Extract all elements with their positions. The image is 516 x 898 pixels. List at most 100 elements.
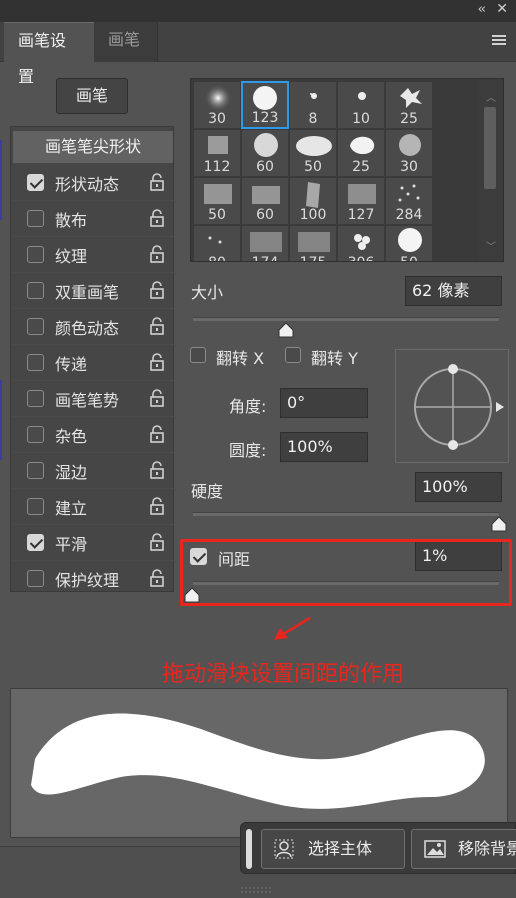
option-wet-edges[interactable]: 湿边 [11,453,175,489]
hardness-slider-thumb[interactable] [491,516,507,532]
brush-preset[interactable]: 50 [289,129,337,177]
brush-preset-selected[interactable]: 123 [241,81,289,129]
select-subject-icon [274,839,294,859]
lock-icon[interactable] [149,245,165,263]
preset-size: 25 [352,159,370,175]
shape-dynamics-checkbox[interactable] [27,174,44,191]
lock-icon[interactable] [149,497,165,515]
select-subject-label: 选择主体 [308,839,373,858]
option-smoothing[interactable]: 平滑 [11,525,175,561]
scattering-checkbox[interactable] [27,210,44,227]
transfer-checkbox[interactable] [27,354,44,371]
tab-brush-settings[interactable]: 画笔设置 [4,22,94,86]
angle-input[interactable]: 0° [280,388,368,418]
option-dual-brush[interactable]: 双重画笔 [11,273,175,309]
brush-preset[interactable]: 60 [241,177,289,225]
collapse-panel-icon[interactable]: ‹‹ [478,2,487,17]
spacing-highlight-box [180,539,512,606]
noise-checkbox[interactable] [27,426,44,443]
size-slider-thumb[interactable] [278,322,294,338]
scroll-down-icon[interactable]: ﹀ [486,238,496,253]
lock-icon[interactable] [149,461,165,479]
remove-background-button[interactable]: 移除背景 [411,829,516,869]
scrollbar-thumb[interactable] [484,107,496,189]
option-texture[interactable]: 纹理 [11,237,175,273]
preset-grid-scrollbar[interactable]: ︿ ﹀ [479,79,503,261]
brush-preset[interactable]: 60 [241,129,289,177]
roundness-label: 圆度: [229,441,267,460]
brush-preset[interactable]: 127 [337,177,385,225]
option-label: 纹理 [55,247,88,266]
brush-preset[interactable]: 174 [241,225,289,261]
flip-y-checkbox[interactable] [285,347,301,363]
lock-icon[interactable] [149,173,165,191]
roundness-input[interactable]: 100% [280,432,368,462]
wet-edges-checkbox[interactable] [27,462,44,479]
protect-texture-checkbox[interactable] [27,570,44,587]
preset-size: 284 [395,207,423,223]
option-build-up[interactable]: 建立 [11,489,175,525]
hardness-label: 硬度 [191,482,224,501]
angle-label: 角度: [229,397,267,416]
lock-icon[interactable] [149,569,165,587]
lock-icon[interactable] [149,389,165,407]
brush-preset[interactable]: 80 [193,225,241,261]
preset-size: 8 [308,111,318,127]
brush-preset[interactable]: 30 [193,81,241,129]
brush-preset[interactable]: 8 [289,81,337,129]
brush-preset[interactable]: 10 [337,81,385,129]
remove-background-label: 移除背景 [458,839,516,858]
brush-preset[interactable]: 25 [385,81,433,129]
hardness-slider-track[interactable] [193,512,499,516]
brush-preset[interactable]: 306 [337,225,385,261]
image-icon [424,840,446,858]
brush-preset[interactable]: 100 [289,177,337,225]
lock-icon[interactable] [149,209,165,227]
brush-presets-button[interactable]: 画笔 [56,78,128,114]
option-scattering[interactable]: 散布 [11,201,175,237]
brush-preset[interactable]: 112 [193,129,241,177]
lock-icon[interactable] [149,281,165,299]
option-label: 双重画笔 [55,283,120,302]
flip-x-checkbox[interactable] [190,347,206,363]
tab-brush[interactable]: 画笔 [94,22,158,62]
brush-preset[interactable]: 50 [385,225,433,261]
option-label: 颜色动态 [55,319,120,338]
lock-icon[interactable] [149,425,165,443]
texture-checkbox[interactable] [27,246,44,263]
color-dynamics-checkbox[interactable] [27,318,44,335]
option-label: 形状动态 [55,175,120,194]
angle-roundness-widget[interactable] [395,349,509,463]
smoothing-checkbox[interactable] [27,534,44,551]
hardness-input[interactable]: 100% [415,472,502,502]
brush-preset[interactable]: 25 [337,129,385,177]
select-subject-button[interactable]: 选择主体 [261,829,405,869]
task-bar-drag-handle[interactable] [246,829,252,869]
option-noise[interactable]: 杂色 [11,417,175,453]
size-slider-track[interactable] [193,317,499,321]
preset-size: 50 [386,255,432,261]
option-color-dynamics[interactable]: 颜色动态 [11,309,175,345]
brush-preset[interactable]: 284 [385,177,433,225]
brush-preset[interactable]: 50 [193,177,241,225]
brush-preset[interactable]: 175 [289,225,337,261]
preset-size: 100 [299,207,327,223]
lock-icon[interactable] [149,353,165,371]
dual-brush-checkbox[interactable] [27,282,44,299]
build-up-checkbox[interactable] [27,498,44,515]
option-transfer[interactable]: 传递 [11,345,175,381]
brush-preset[interactable]: 30 [385,129,433,177]
brush-pose-checkbox[interactable] [27,390,44,407]
option-shape-dynamics[interactable]: 形状动态 [11,165,175,201]
scroll-up-icon[interactable]: ︿ [486,89,496,104]
panel-menu-icon[interactable] [492,35,506,47]
resize-grip-icon[interactable] [241,886,273,894]
brush-tip-shape-header[interactable]: 画笔笔尖形状 [13,131,173,163]
panel-title-bar: ‹‹ ✕ [0,0,516,22]
size-input[interactable]: 62 像素 [405,276,502,306]
option-brush-pose[interactable]: 画笔笔势 [11,381,175,417]
lock-icon[interactable] [149,317,165,335]
close-panel-icon[interactable]: ✕ [496,1,508,17]
lock-icon[interactable] [149,533,165,551]
option-protect-texture[interactable]: 保护纹理 [11,561,175,597]
